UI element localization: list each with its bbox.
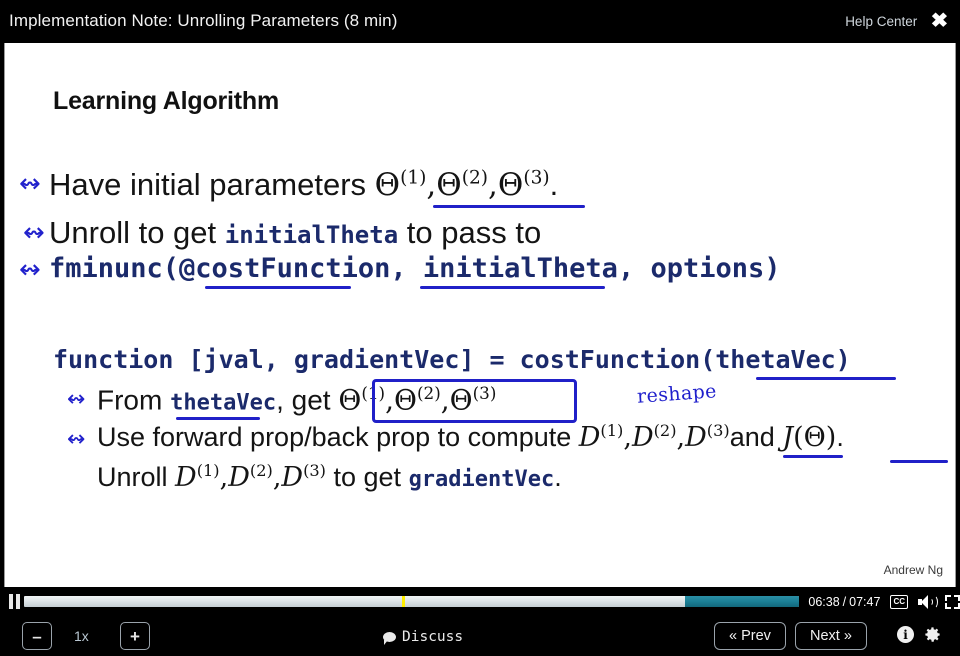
slide-line-unroll-to-get: Unroll to get initialTheta to pass to — [49, 215, 541, 251]
discuss-button[interactable]: Discuss — [383, 629, 463, 645]
theta-2-sup: (2) — [461, 167, 489, 189]
text-unroll2-prefix: Unroll — [97, 462, 176, 492]
help-center-link[interactable]: Help Center — [845, 14, 917, 29]
theta-1-sup: (1) — [400, 167, 427, 189]
slide-line-have-initial-parameters: Have initial parameters Θ(1),Θ(2),Θ(3). — [49, 167, 558, 203]
pause-icon[interactable] — [4, 588, 24, 615]
slide-line-fminunc: fminunc(@costFunction, initialTheta, opt… — [49, 253, 781, 284]
use-J-paren-close: ) — [825, 422, 837, 453]
page-title: Implementation Note: Unrolling Parameter… — [9, 11, 398, 30]
unroll2-D-1: D — [175, 462, 197, 493]
prev-button[interactable]: « Prev — [714, 622, 786, 650]
theta-3-sup: (3) — [523, 167, 550, 189]
title-bar: Implementation Note: Unrolling Parameter… — [0, 0, 960, 42]
bullet-arrow-icon-1: ↭ — [19, 169, 41, 199]
minus-icon: – — [32, 626, 42, 646]
video-lecture-player: Implementation Note: Unrolling Parameter… — [0, 0, 960, 656]
lecture-slide: Learning Algorithm ↭ Have initial parame… — [4, 43, 956, 587]
from-theta-1: Θ — [338, 383, 362, 417]
title-bar-actions: Help Center ✖ — [845, 11, 960, 31]
slide-author: Andrew Ng — [883, 563, 943, 577]
use-D-2-sup: (2) — [653, 421, 677, 440]
unroll2-D-3-sup: (3) — [303, 461, 326, 480]
use-D-3: D — [685, 422, 707, 453]
theta-3: Θ — [497, 167, 524, 203]
speed-increase-button[interactable]: + — [120, 622, 150, 650]
next-button[interactable]: Next » — [795, 622, 867, 650]
text-from-suffix: , get — [276, 384, 339, 416]
current-time: 06:38 — [808, 594, 840, 609]
annotation-underline-costfunction — [205, 286, 351, 289]
player-icon-group: CC — [890, 594, 960, 609]
speed-decrease-button[interactable]: – — [22, 622, 52, 650]
discuss-label: Discuss — [402, 629, 464, 645]
theta-2: Θ — [436, 167, 462, 203]
annotation-underline-thetavec-sig — [756, 377, 896, 380]
use-D-1-sup: (1) — [600, 421, 624, 440]
unroll2-comma-1: , — [219, 462, 229, 493]
use-D-2: D — [631, 422, 654, 453]
slide-line-function-signature: function [jval, gradientVec] = costFunct… — [53, 345, 851, 374]
text-use-prefix: Use forward prop/back prop to compute — [97, 422, 579, 452]
use-J-paren-open: ( — [793, 422, 804, 453]
handwritten-annotation-reshape: reshape — [636, 380, 718, 408]
annotation-underline-thetas — [433, 205, 585, 208]
text-unroll-prefix: Unroll to get — [49, 215, 225, 250]
comma-1: , — [426, 167, 437, 203]
use-D-1: D — [578, 422, 601, 453]
info-icon[interactable]: i — [897, 626, 914, 643]
volume-icon[interactable] — [918, 594, 938, 609]
unroll2-D-1-sup: (1) — [196, 461, 220, 480]
period-1: . — [549, 167, 559, 202]
player-controls-bar: 06:38/07:47 CC — [0, 588, 960, 615]
use-D-3-sup: (3) — [706, 421, 730, 440]
code-gradientvec: gradientVec — [408, 467, 555, 492]
code-thetavec: thetaVec — [170, 390, 277, 416]
seek-position-marker[interactable] — [402, 596, 406, 607]
slide-viewport: Learning Algorithm ↭ Have initial parame… — [0, 42, 960, 588]
comma-2: , — [488, 167, 498, 203]
code-initialtheta: initialTheta — [224, 221, 399, 249]
unroll2-D-3: D — [281, 462, 304, 493]
theta-1: Θ — [374, 167, 401, 203]
bullet-arrow-icon-2: ↭ — [23, 218, 45, 248]
text-unroll2-suffix: to get — [326, 462, 409, 492]
seek-buffer-range — [685, 596, 800, 607]
fullscreen-icon[interactable] — [945, 594, 960, 609]
time-display: 06:38/07:47 — [808, 595, 880, 609]
time-separator: / — [842, 594, 847, 609]
closed-captions-icon[interactable]: CC — [890, 594, 908, 609]
text-have-prefix: Have initial parameters — [49, 167, 375, 202]
use-period: . — [836, 422, 844, 452]
text-unroll-suffix: to pass to — [398, 215, 542, 250]
use-comma-2: , — [676, 422, 686, 453]
gear-icon[interactable] — [923, 625, 942, 644]
unroll2-D-2-sup: (2) — [249, 461, 273, 480]
speech-bubble-icon — [383, 632, 396, 645]
playback-speed-label: 1x — [74, 628, 89, 644]
total-time: 07:47 — [849, 594, 881, 609]
use-comma-1: , — [623, 422, 632, 453]
use-J-theta: Θ — [803, 422, 826, 453]
unroll2-period: . — [554, 462, 562, 492]
bullet-arrow-icon-3: ↭ — [19, 255, 41, 285]
bullet-arrow-icon-4: ↭ — [67, 387, 86, 412]
annotation-underline-D3 — [783, 455, 843, 458]
slide-heading: Learning Algorithm — [53, 87, 280, 115]
text-and: and — [729, 422, 783, 452]
use-J: J — [782, 422, 794, 453]
close-icon[interactable]: ✖ — [931, 11, 949, 31]
plus-icon: + — [130, 626, 140, 646]
seek-bar[interactable] — [24, 596, 800, 607]
bullet-arrow-icon-5: ↭ — [67, 427, 86, 452]
annotation-box-thetas — [372, 379, 577, 423]
unroll2-D-2: D — [228, 462, 250, 493]
slide-line-use-forward-prop: Use forward prop/back prop to compute D(… — [97, 421, 844, 453]
annotation-underline-Jtheta — [890, 460, 948, 463]
text-from-prefix: From — [97, 384, 171, 416]
annotation-underline-thetavec — [176, 417, 260, 420]
slide-line-unroll-D: Unroll D(1),D(2),D(3) to get gradientVec… — [97, 461, 562, 493]
annotation-underline-initialtheta — [420, 286, 605, 289]
